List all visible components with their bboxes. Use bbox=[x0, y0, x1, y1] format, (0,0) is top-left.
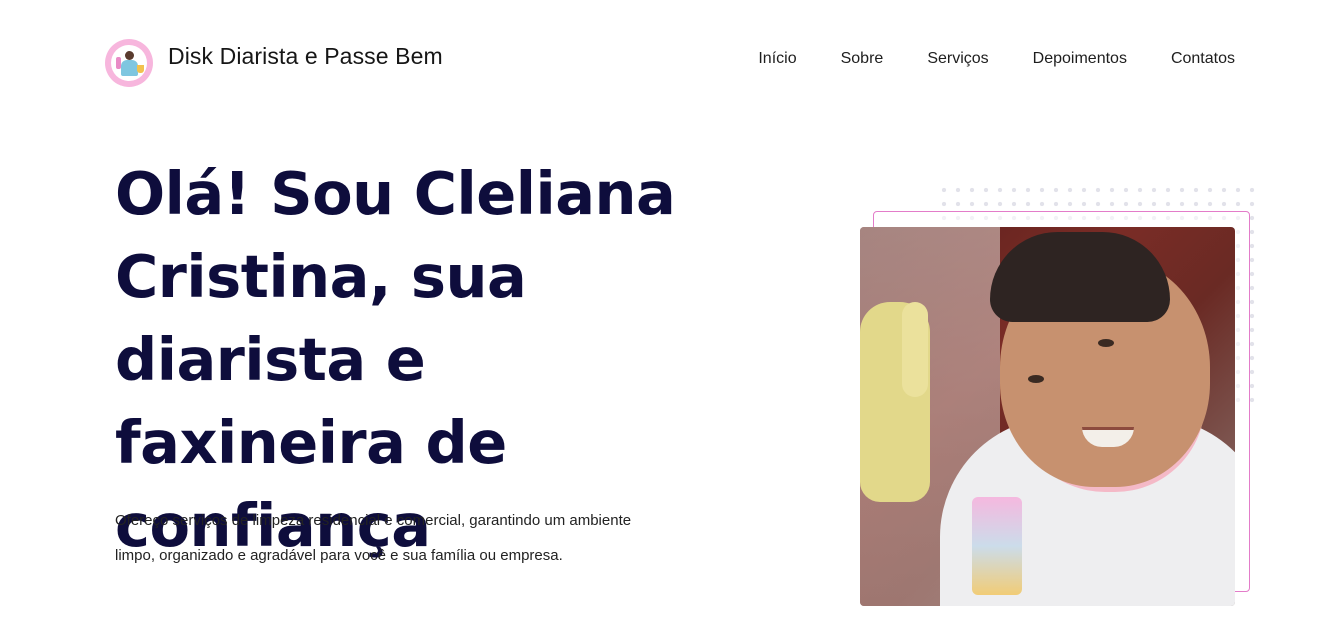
nav-item-contatos[interactable]: Contatos bbox=[1171, 50, 1235, 68]
nav-item-depoimentos[interactable]: Depoimentos bbox=[1033, 50, 1127, 68]
brand-name[interactable]: Disk Diarista e Passe Bem bbox=[168, 43, 443, 70]
hero-description: Ofereço serviços de limpeza residencial … bbox=[115, 512, 632, 564]
main-nav: Início Sobre Serviços Depoimentos Contat… bbox=[758, 50, 1235, 68]
logo-icon[interactable] bbox=[105, 39, 153, 87]
cleaning-lady-logo-icon bbox=[111, 45, 147, 81]
nav-item-inicio[interactable]: Início bbox=[758, 50, 796, 68]
nav-item-sobre[interactable]: Sobre bbox=[841, 50, 884, 68]
hero-photo bbox=[860, 227, 1235, 606]
site-header: Disk Diarista e Passe Bem Início Sobre S… bbox=[0, 0, 1339, 120]
nav-item-servicos[interactable]: Serviços bbox=[927, 50, 988, 68]
